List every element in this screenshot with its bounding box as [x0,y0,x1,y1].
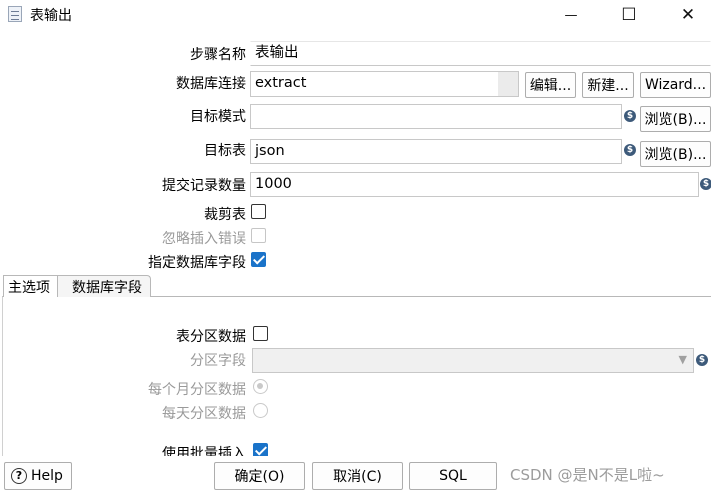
sql-button[interactable]: SQL [409,462,497,490]
monthly-partition-radio[interactable] [253,379,268,394]
partition-data-label: 表分区数据 [176,329,246,345]
schema-variable-icon: $ [624,110,636,122]
partition-field-select[interactable]: ▼ [252,348,694,373]
db-connection-dropdown[interactable] [498,72,518,96]
close-icon: ✕ [680,5,696,25]
table-output-app-icon [8,6,22,22]
help-button[interactable]: ? Help [4,462,72,490]
partition-field-label: 分区字段 [190,353,246,369]
truncate-table-checkbox[interactable] [251,204,266,219]
db-connection-value: extract [255,75,307,91]
chevron-down-icon: ▼ [678,353,687,366]
ignore-errors-label: 忽略插入错误 [162,231,246,247]
step-name-label: 步骤名称 [190,47,246,63]
specify-fields-label: 指定数据库字段 [148,255,246,271]
window-title: 表输出 [30,8,72,24]
table-variable-icon: $ [624,144,636,156]
help-label: Help [31,468,63,484]
target-schema-input[interactable] [250,104,622,129]
target-table-input[interactable]: json [250,139,622,164]
tab-main-options[interactable]: 主选项 [3,275,58,297]
daily-partition-label: 每天分区数据 [162,406,246,422]
new-connection-button[interactable]: 新建... [582,72,634,98]
specify-fields-checkbox[interactable] [251,252,266,267]
commit-variable-icon: $ [700,178,711,190]
ignore-errors-checkbox[interactable] [251,228,266,243]
truncate-table-label: 裁剪表 [204,207,246,223]
watermark-text: CSDN @是N不是L啦~ [510,466,665,484]
partition-data-checkbox[interactable] [253,326,268,341]
commit-size-input[interactable]: 1000 [250,172,699,197]
title-bar: 表输出 — ☐ ✕ [0,0,711,30]
target-schema-label: 目标模式 [190,109,246,125]
maximize-button[interactable]: ☐ [606,2,652,28]
batch-insert-row: 使用批量插入 [0,437,711,456]
batch-insert-checkbox[interactable] [253,443,268,456]
help-icon: ? [11,468,27,484]
target-table-label: 目标表 [204,143,246,159]
batch-insert-label: 使用批量插入 [162,446,246,456]
cancel-button[interactable]: 取消(C) [312,462,403,490]
edit-connection-button[interactable]: 编辑... [525,72,576,98]
ok-button[interactable]: 确定(O) [214,462,305,490]
db-connection-select[interactable]: extract [250,71,519,97]
tab-database-fields[interactable]: 数据库字段 [58,275,151,297]
monthly-partition-label: 每个月分区数据 [148,382,246,398]
close-button[interactable]: ✕ [665,2,711,28]
minimize-icon: — [564,7,578,23]
step-name-input[interactable]: 表输出 [250,41,711,66]
wizard-button[interactable]: Wizard... [640,72,711,98]
maximize-icon: ☐ [621,5,637,25]
daily-partition-radio[interactable] [253,403,268,418]
db-connection-label: 数据库连接 [176,76,246,92]
tab-panel [2,296,711,456]
minimize-button[interactable]: — [548,2,594,28]
browse-schema-button[interactable]: 浏览(B)... [640,106,711,132]
browse-table-button[interactable]: 浏览(B)... [640,141,711,167]
partition-variable-icon: $ [696,354,708,366]
commit-size-label: 提交记录数量 [162,178,246,194]
